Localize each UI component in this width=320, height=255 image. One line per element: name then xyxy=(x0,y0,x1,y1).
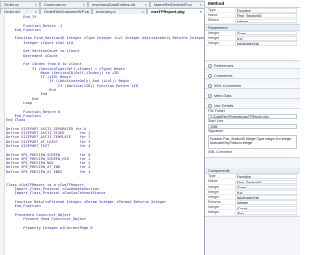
tab-inventory-data-entries[interactable]: InventoryDataEntries.dd × xyxy=(88,0,150,7)
component-value[interactable]: iCount xyxy=(235,205,297,211)
tab-cws-tf-report[interactable]: cwsTFReport.pkg × xyxy=(147,7,205,14)
close-icon[interactable]: × xyxy=(35,2,37,7)
editor-tab-strip: Order.cc × Customer.cc × InventoryDataEntr… xyxy=(0,0,205,14)
component-value[interactable]: iSec xyxy=(235,210,297,216)
references-label: References xyxy=(214,64,234,69)
tab-row-2: Order.dd × OrderRefCustomerWP.cc × Invento… xyxy=(0,7,205,14)
tab-label: Order.cc xyxy=(4,1,20,7)
expand-icon[interactable] xyxy=(208,83,212,88)
tab-label: NameRefOrderWP.cc xyxy=(154,1,193,7)
use-details-label: Use Details xyxy=(214,104,234,109)
component-value[interactable]: Find_SectionID xyxy=(235,179,297,185)
parameters-empty-area xyxy=(205,46,300,60)
tab-label: Inventory.d xyxy=(96,8,116,14)
close-icon[interactable]: × xyxy=(145,2,147,7)
detail-value[interactable]: Function xyxy=(235,8,297,13)
use-details-section: Use Details File Folder C:\DataFlex\Proj… xyxy=(205,103,300,159)
tab-label: InventoryDataEntries.dd xyxy=(92,1,135,7)
parameter-name[interactable]: bActivateOnly xyxy=(235,41,297,46)
component-row[interactable]: Integer iSec xyxy=(205,210,300,216)
expand-icon[interactable] xyxy=(208,93,212,98)
parameter-type: Integer xyxy=(208,40,220,45)
meta-data-toggle[interactable]: Meta Data xyxy=(205,93,300,100)
method-panel: Method Type Function Name Find_SectionID R… xyxy=(205,0,300,255)
code-editor[interactable]: End_If Function_Return -1 End_Function F… xyxy=(0,14,205,255)
xml-comments-label: XML Comments xyxy=(214,84,242,89)
tab-inventory-d[interactable]: Inventory.d × xyxy=(92,7,147,14)
close-icon[interactable]: × xyxy=(87,9,89,14)
tab-order-dd[interactable]: Order.dd × xyxy=(0,7,40,14)
close-icon[interactable]: × xyxy=(200,2,202,7)
expand-icon[interactable] xyxy=(208,63,212,68)
tab-order-ref-customer[interactable]: OrderRefCustomerWP.cc × xyxy=(40,7,92,14)
component-key: Integer xyxy=(208,210,220,215)
components-section: Components Type Function Name Find_Section… xyxy=(205,168,300,217)
component-value[interactable]: iLvl xyxy=(235,189,297,195)
code-text[interactable]: End_If Function_Return -1 End_Function F… xyxy=(6,15,204,230)
tab-label: cwsTFReport.pkg xyxy=(151,8,185,14)
xml-comment-label: XML Comment xyxy=(208,150,232,155)
tab-name-ref-order[interactable]: NameRefOrderWP.cc × xyxy=(150,0,205,7)
expand-icon[interactable] xyxy=(208,103,212,108)
comments-label: Comments xyxy=(214,74,233,79)
xml-comments-toggle[interactable]: XML Comments xyxy=(205,83,300,90)
code-line[interactable]: Property Integer piCurrentPage 0 xyxy=(6,226,204,230)
signature-field[interactable]: Function Find_SectionID Integer iType In… xyxy=(208,135,297,150)
panel-title: Method xyxy=(205,0,300,8)
meta-data-label: Meta Data xyxy=(214,94,232,99)
comments-toggle[interactable]: Comments xyxy=(205,73,300,80)
tab-customer-cc[interactable]: Customer.cc × xyxy=(40,0,88,7)
component-value[interactable]: bActivateOnly xyxy=(235,195,297,200)
detail-row: Return Integer xyxy=(205,18,300,24)
parameter-name[interactable]: iLvl xyxy=(235,36,297,41)
references-toggle[interactable]: References xyxy=(205,63,300,70)
tab-label: Order.dd xyxy=(4,8,20,14)
use-details-toggle[interactable]: Use Details xyxy=(205,103,300,110)
component-value[interactable]: Integer xyxy=(235,200,297,205)
close-icon[interactable]: × xyxy=(35,9,37,14)
detail-value[interactable]: Integer xyxy=(235,18,297,24)
tab-label: Customer.cc xyxy=(44,1,67,7)
tab-row-1: Order.cc × Customer.cc × InventoryDataEntr… xyxy=(0,0,205,7)
close-icon[interactable]: × xyxy=(83,2,85,7)
detail-value[interactable]: Find_SectionID xyxy=(235,13,297,19)
tab-order-cc[interactable]: Order.cc × xyxy=(0,0,40,7)
method-details: Type Function Name Find_SectionID Return In… xyxy=(205,8,300,25)
component-value[interactable]: Function xyxy=(235,174,297,180)
component-value[interactable]: iType xyxy=(235,184,297,190)
close-icon[interactable]: × xyxy=(200,9,202,14)
detail-key: Return xyxy=(208,18,219,23)
parameters-section: Parameters Integer iType Integer iLvl Inte… xyxy=(205,24,300,62)
signature-label: Signature xyxy=(208,129,224,134)
close-icon[interactable]: × xyxy=(142,9,144,14)
editor-gutter[interactable] xyxy=(0,14,5,255)
expand-icon[interactable] xyxy=(208,73,212,78)
tab-label: OrderRefCustomerWP.cc xyxy=(44,8,89,14)
parameter-row[interactable]: Integer bActivateOnly xyxy=(205,40,300,47)
parameter-name[interactable]: iType xyxy=(235,30,297,36)
